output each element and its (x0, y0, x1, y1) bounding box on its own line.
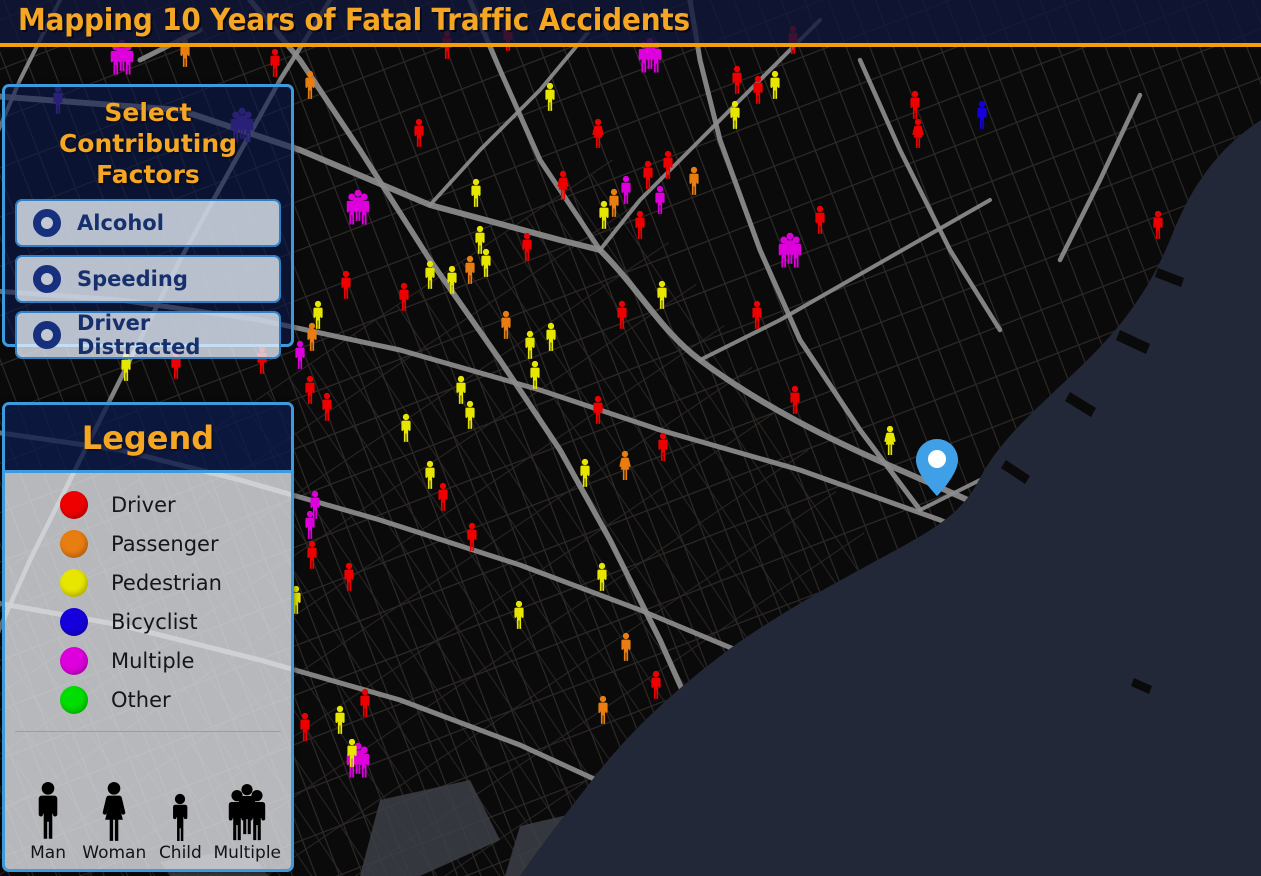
page-title: Mapping 10 Years of Fatal Traffic Accide… (18, 3, 690, 38)
traffic-accident-map-app: Mapping 10 Years of Fatal Traffic Accide… (0, 0, 1261, 876)
legend-item-label: Pedestrian (111, 570, 222, 595)
filter-panel-title: Select Contributing Factors (58, 98, 238, 189)
legend-figure-woman: Woman (81, 782, 147, 863)
legend-item-bicyclist: Bicyclist (5, 602, 291, 641)
legend-figure-label: Man (30, 843, 66, 863)
legend-item-driver: Driver (5, 485, 291, 524)
legend-panel: Legend Driver Passenger Pedestrian Bicyclis… (2, 402, 294, 872)
woman-figure-icon (96, 782, 132, 842)
legend-header: Legend (5, 405, 291, 473)
legend-item-label: Multiple (111, 648, 195, 673)
legend-color-swatch (60, 568, 88, 597)
legend-figure-multiple: Multiple (213, 784, 281, 863)
legend-color-swatch (60, 529, 88, 558)
legend-color-swatch (60, 646, 88, 675)
legend-item-label: Bicyclist (111, 609, 198, 634)
legend-color-swatch (60, 685, 88, 714)
legend-figure-child: Child (147, 790, 213, 863)
factor-option-label: Speeding (77, 267, 188, 291)
legend-item-passenger: Passenger (5, 524, 291, 563)
contributing-factors-panel: Select Contributing Factors Alcohol Speed… (2, 84, 294, 359)
legend-figure-label: Woman (82, 843, 147, 863)
legend-color-list: Driver Passenger Pedestrian Bicyclist Multip… (5, 473, 291, 725)
factor-option-driver-distracted[interactable]: Driver Distracted (15, 311, 281, 359)
legend-color-swatch (60, 490, 88, 519)
legend-color-swatch (60, 607, 88, 636)
radio-icon[interactable] (33, 321, 61, 349)
legend-item-pedestrian: Pedestrian (5, 563, 291, 602)
legend-title: Legend (81, 418, 215, 457)
legend-item-label: Other (111, 687, 171, 712)
legend-figure-key: Man Woman Child Multiple (15, 731, 281, 869)
factor-option-label: Driver Distracted (77, 311, 201, 359)
factor-option-speeding[interactable]: Speeding (15, 255, 281, 303)
radio-icon[interactable] (33, 265, 61, 293)
legend-item-label: Driver (111, 492, 176, 517)
legend-figure-label: Multiple (213, 843, 281, 863)
child-figure-icon (165, 790, 195, 842)
legend-figure-man: Man (15, 782, 81, 863)
page-header: Mapping 10 Years of Fatal Traffic Accide… (0, 0, 1261, 47)
legend-item-label: Passenger (111, 531, 219, 556)
multiple-figure-icon (216, 784, 278, 842)
legend-item-other: Other (5, 680, 291, 719)
factor-options-list: Alcohol Speeding Driver Distracted (13, 199, 283, 359)
factor-option-alcohol[interactable]: Alcohol (15, 199, 281, 247)
radio-icon[interactable] (33, 209, 61, 237)
factor-option-label: Alcohol (77, 211, 164, 235)
man-figure-icon (31, 782, 65, 842)
legend-figure-label: Child (158, 843, 202, 863)
legend-body: Driver Passenger Pedestrian Bicyclist Multip… (5, 473, 291, 869)
legend-item-multiple: Multiple (5, 641, 291, 680)
